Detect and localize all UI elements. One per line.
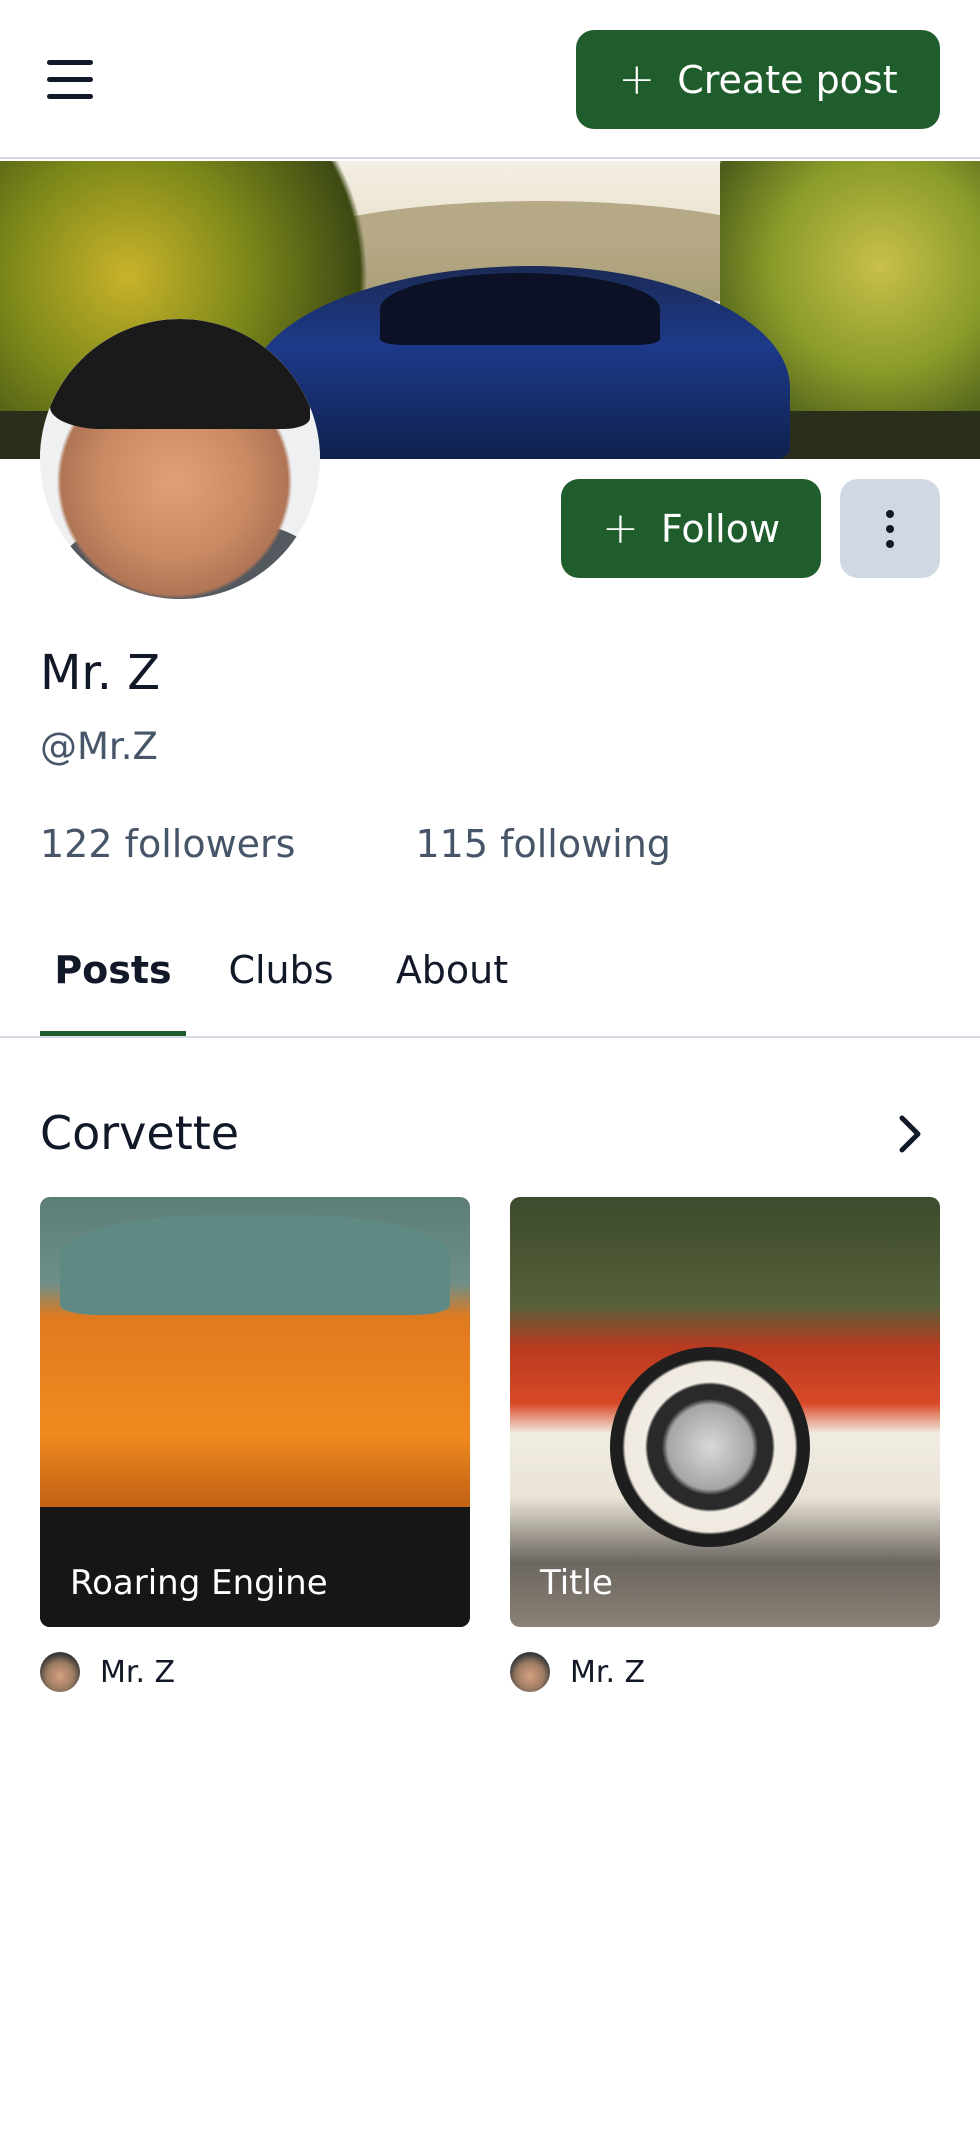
profile-stats: 122 followers 115 following	[40, 822, 671, 866]
profile-handle: @Mr.Z	[40, 725, 158, 768]
top-bar: + Create post	[0, 0, 980, 159]
profile-name: Mr. Z	[40, 645, 161, 701]
plus-icon: +	[618, 53, 656, 105]
section-title: Corvette	[40, 1106, 240, 1160]
avatar	[40, 1652, 80, 1692]
follow-button[interactable]: + Follow	[561, 479, 821, 578]
chevron-right-icon[interactable]	[890, 1110, 930, 1158]
post-author[interactable]: Mr. Z	[40, 1652, 175, 1692]
hamburger-menu-icon[interactable]	[40, 52, 100, 108]
follow-label: Follow	[660, 506, 781, 551]
create-post-label: Create post	[677, 57, 898, 102]
profile-tabs: Posts Clubs About	[0, 930, 980, 1038]
post-author[interactable]: Mr. Z	[510, 1652, 645, 1692]
author-name: Mr. Z	[100, 1654, 176, 1690]
create-post-button[interactable]: + Create post	[576, 30, 940, 129]
tab-clubs[interactable]: Clubs	[226, 948, 336, 1036]
tab-posts[interactable]: Posts	[40, 948, 186, 1036]
more-options-button[interactable]	[840, 479, 940, 578]
post-card[interactable]: Roaring Engine	[40, 1197, 470, 1627]
post-title: Title	[540, 1563, 613, 1603]
profile-avatar	[40, 319, 320, 599]
post-title: Roaring Engine	[70, 1563, 328, 1603]
following-count[interactable]: 115 following	[415, 822, 670, 866]
tab-about[interactable]: About	[390, 948, 514, 1036]
avatar	[510, 1652, 550, 1692]
more-vertical-icon	[886, 509, 894, 548]
post-card[interactable]: Title	[510, 1197, 940, 1627]
author-name: Mr. Z	[570, 1654, 646, 1690]
plus-icon: +	[601, 502, 639, 554]
followers-count[interactable]: 122 followers	[40, 822, 295, 866]
